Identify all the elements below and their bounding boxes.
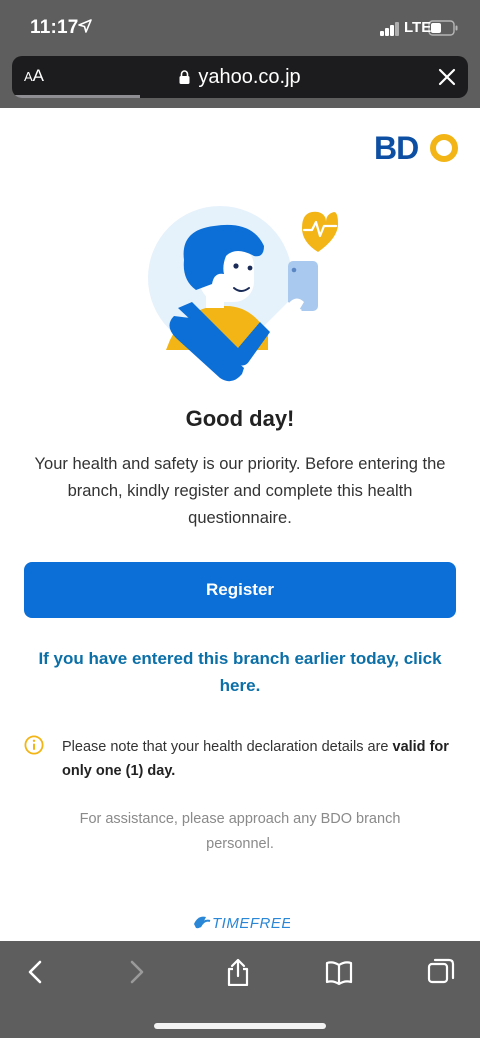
footer-brand: TIMEFREE <box>212 915 290 932</box>
address-bar[interactable]: AA yahoo.co.jp <box>12 56 468 98</box>
timefree-logo: TIMEFREE <box>194 915 290 932</box>
url-display[interactable]: yahoo.co.jp <box>12 66 468 89</box>
location-arrow-icon <box>78 19 92 33</box>
url-domain: yahoo.co.jp <box>198 66 301 88</box>
status-bar: 11:17 LTE <box>0 0 480 56</box>
chevron-left-icon[interactable] <box>22 958 50 986</box>
book-icon[interactable] <box>325 958 353 986</box>
home-indicator[interactable] <box>154 1023 326 1029</box>
chevron-right-icon[interactable] <box>122 958 150 986</box>
status-time: 11:17 <box>30 17 79 38</box>
share-icon[interactable] <box>224 958 252 986</box>
assistance-text: For assistance, please approach any BDO … <box>79 811 401 852</box>
signal-strength-icon <box>380 22 402 36</box>
battery-icon <box>428 20 458 36</box>
register-button[interactable]: Register <box>24 562 456 618</box>
tabs-icon[interactable] <box>427 958 455 986</box>
page-title: Good day! <box>185 406 295 431</box>
note-prefix: Please note that your health declaration… <box>62 739 393 755</box>
browser-top-chrome: 11:17 LTE AA yahoo.co.jp <box>0 0 480 108</box>
page-load-progress <box>12 95 140 98</box>
intro-text: Your health and safety is our priority. … <box>34 455 446 527</box>
info-icon <box>24 735 44 755</box>
lock-icon <box>179 70 190 84</box>
health-check-illustration <box>148 206 338 382</box>
entered-earlier-link[interactable]: If you have entered this branch earlier … <box>20 645 460 699</box>
bdo-logo: BD <box>374 131 458 165</box>
svg-text:BD: BD <box>374 131 418 165</box>
close-icon[interactable] <box>436 66 458 88</box>
note-text: Please note that your health declaration… <box>62 735 462 783</box>
validity-note: Please note that your health declaration… <box>24 735 454 785</box>
